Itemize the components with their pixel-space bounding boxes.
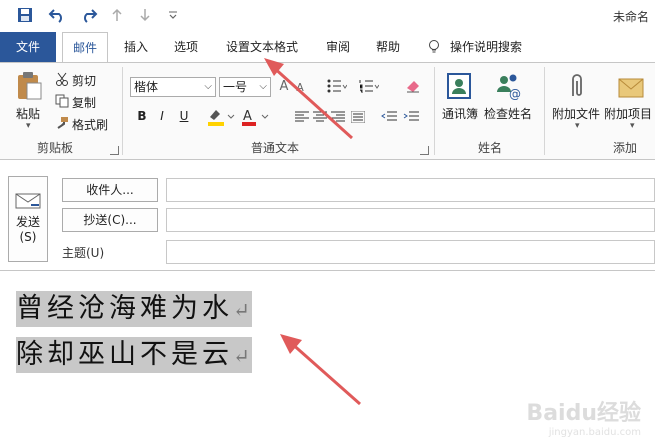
annotation-arrows — [264, 58, 361, 406]
arrow-to-body-text — [280, 334, 361, 406]
arrow-to-format-tab — [264, 58, 354, 140]
